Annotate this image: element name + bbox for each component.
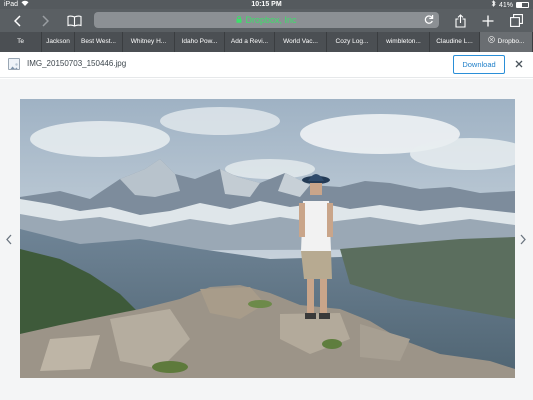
image-file-icon bbox=[8, 58, 20, 70]
file-name: IMG_20150703_150446.jpg bbox=[27, 59, 127, 68]
tab-item[interactable]: wimbleton... bbox=[378, 32, 430, 52]
status-bar: iPad 10:15 PM 41% bbox=[0, 0, 533, 9]
plus-icon bbox=[482, 15, 494, 27]
tab-item[interactable]: World Vac... bbox=[275, 32, 327, 52]
tab-label: Te bbox=[17, 38, 24, 45]
close-icon bbox=[515, 55, 523, 73]
tab-label: Best West... bbox=[81, 38, 116, 45]
tab-item[interactable]: Best West... bbox=[75, 32, 123, 52]
chevron-right-icon bbox=[41, 14, 49, 27]
tab-label: Add a Revi... bbox=[230, 38, 269, 45]
browser-toolbar: Dropbox, Inc bbox=[0, 9, 533, 32]
reload-icon[interactable] bbox=[424, 14, 434, 27]
tabs-icon bbox=[509, 14, 523, 27]
chevron-left-icon bbox=[6, 232, 12, 250]
tab-label: wimbleton... bbox=[386, 38, 421, 45]
tab-item[interactable]: Claudine L... bbox=[430, 32, 480, 52]
share-icon bbox=[454, 13, 466, 28]
chevron-left-icon bbox=[13, 14, 21, 27]
tab-label: World Vac... bbox=[283, 38, 318, 45]
tab-item[interactable]: Idaho Pow... bbox=[175, 32, 225, 52]
status-time: 10:15 PM bbox=[251, 1, 282, 8]
image-viewer bbox=[0, 79, 533, 400]
tab-item[interactable]: Jackson bbox=[42, 32, 75, 52]
tabs-overview-button[interactable] bbox=[507, 9, 525, 32]
share-button[interactable] bbox=[452, 9, 468, 32]
lock-icon bbox=[236, 15, 242, 25]
address-bar[interactable]: Dropbox, Inc bbox=[94, 12, 439, 28]
back-button[interactable] bbox=[8, 9, 26, 32]
tab-item[interactable]: Te bbox=[0, 32, 42, 52]
url-text: Dropbox, Inc bbox=[245, 15, 297, 25]
tab-label: Jackson bbox=[46, 38, 70, 45]
download-button[interactable]: Download bbox=[453, 55, 505, 74]
new-tab-button[interactable] bbox=[480, 9, 496, 32]
tab-label: Dropbo... bbox=[497, 38, 525, 45]
forward-button[interactable] bbox=[36, 9, 54, 32]
tab-bar: Te Jackson Best West... Whitney H... Ida… bbox=[0, 32, 533, 52]
chevron-right-icon bbox=[520, 232, 526, 250]
tab-label: Claudine L... bbox=[436, 38, 473, 45]
tab-item[interactable]: Whitney H... bbox=[123, 32, 175, 52]
bookmarks-button[interactable] bbox=[64, 9, 84, 32]
tab-label: Cozy Log... bbox=[335, 38, 369, 45]
preview-header: IMG_20150703_150446.jpg Download bbox=[0, 52, 533, 78]
tab-label: Whitney H... bbox=[130, 38, 167, 45]
close-button[interactable] bbox=[512, 57, 526, 71]
tab-item[interactable]: Add a Revi... bbox=[225, 32, 275, 52]
previous-image-button[interactable] bbox=[4, 234, 14, 248]
tab-item[interactable]: Cozy Log... bbox=[327, 32, 378, 52]
preview-image bbox=[20, 99, 515, 378]
tab-close-icon[interactable] bbox=[487, 32, 495, 52]
tab-item-active[interactable]: Dropbo... bbox=[480, 32, 533, 52]
book-icon bbox=[66, 15, 82, 27]
next-image-button[interactable] bbox=[518, 234, 528, 248]
tab-label: Idaho Pow... bbox=[181, 38, 218, 45]
battery-level bbox=[517, 3, 522, 7]
battery-icon bbox=[516, 2, 529, 8]
